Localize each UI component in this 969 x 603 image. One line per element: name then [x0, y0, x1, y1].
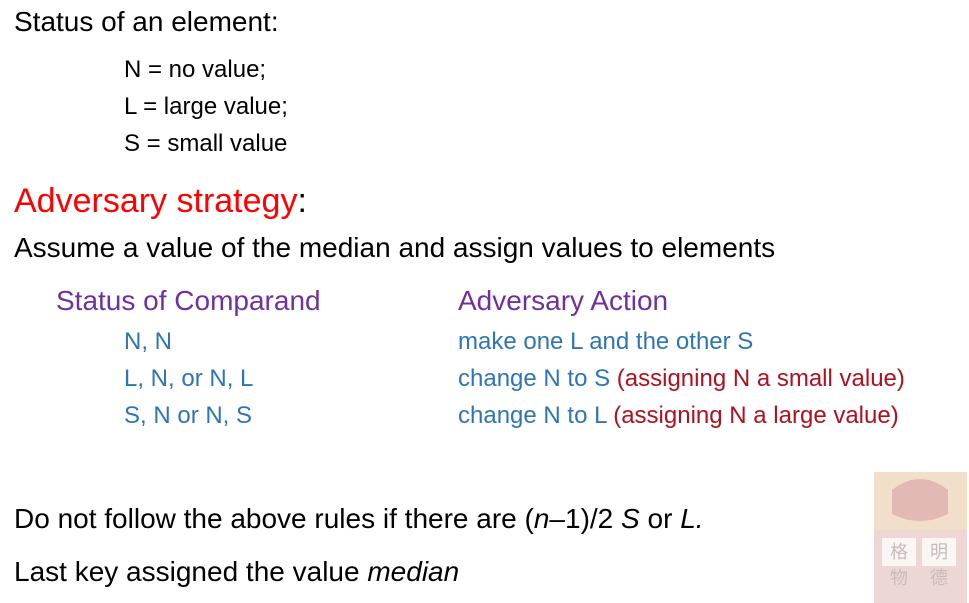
adversary-heading: Adversary strategy: [14, 182, 307, 221]
crest-char-4: 德 [930, 568, 948, 589]
last-key-median: median [367, 556, 460, 587]
adversary-heading-colon: : [297, 182, 307, 220]
row-action-3: change N to L (assigning N a large value… [458, 402, 899, 430]
row-action-3-note: (assigning N a large value) [613, 402, 899, 429]
assume-line: Assume a value of the median and assign … [14, 232, 776, 263]
rule-note-or: or [639, 503, 681, 534]
column-header-action: Adversary Action [458, 285, 669, 316]
university-crest-watermark: 格 明 物 德 [874, 472, 967, 603]
crest-char-2: 明 [930, 542, 948, 563]
adversary-heading-text: Adversary strategy [14, 182, 298, 220]
row-action-1-text: make one L and the other S [458, 328, 754, 355]
row-action-2: change N to S (assigning N a small value… [458, 365, 905, 393]
rule-note: Do not follow the above rules if there a… [14, 503, 704, 535]
row-action-2-note: (assigning N a small value) [616, 365, 905, 392]
status-line-l: L = large value; [124, 93, 288, 120]
row-action-1: make one L and the other S [458, 328, 753, 356]
rule-note-s: S [621, 503, 640, 534]
rule-note-expr: –1)/2 [549, 503, 622, 534]
crest-lion-shape [892, 479, 948, 521]
row-action-3-text: change N to L [458, 402, 614, 429]
last-key-line: Last key assigned the value median [14, 556, 459, 588]
row-status-1: N, N [124, 328, 172, 355]
last-key-prefix: Last key assigned the value [14, 556, 368, 587]
status-line-s: S = small value [124, 130, 288, 157]
row-status-3: S, N or N, S [124, 402, 253, 429]
rule-note-l: L. [680, 503, 704, 534]
rule-note-prefix: Do not follow the above rules if there a… [14, 503, 534, 534]
row-action-2-text: change N to S [458, 365, 617, 392]
status-line-n: N = no value; [124, 56, 267, 83]
row-status-2: L, N, or N, L [124, 365, 254, 392]
column-header-status: Status of Comparand [56, 285, 321, 316]
rule-note-n: n [533, 503, 550, 534]
status-title: Status of an element: [14, 6, 279, 37]
crest-char-1: 格 [890, 542, 908, 563]
crest-char-3: 物 [890, 568, 908, 589]
